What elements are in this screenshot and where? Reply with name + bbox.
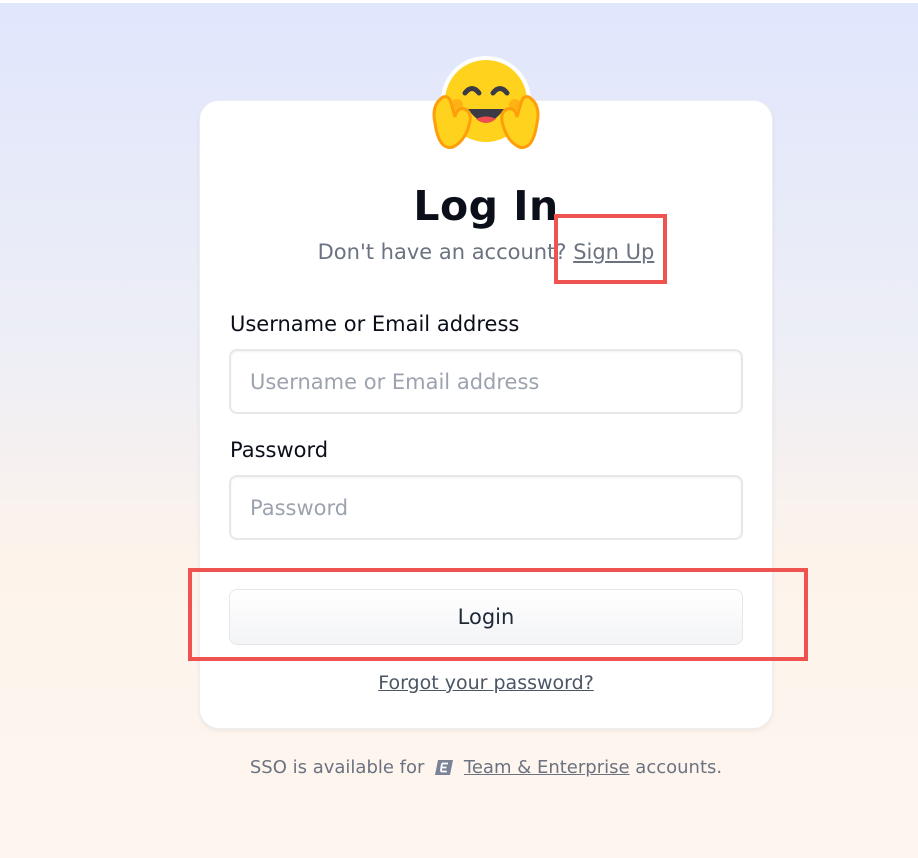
signup-prompt-text: Don't have an account?	[317, 240, 567, 264]
signup-prompt: Don't have an account? Sign Up	[199, 240, 773, 264]
top-edge	[0, 0, 918, 3]
sso-prefix: SSO is available for	[249, 757, 425, 778]
sso-notice: SSO is available for Team & Enterprise a…	[199, 757, 773, 778]
username-label: Username or Email address	[230, 312, 520, 336]
sso-suffix: accounts.	[635, 757, 723, 778]
login-button[interactable]: Login	[229, 589, 743, 645]
hugging-face-emoji-icon	[432, 56, 540, 149]
enterprise-badge-icon	[435, 760, 454, 775]
password-input[interactable]	[229, 475, 743, 540]
signup-link[interactable]: Sign Up	[573, 240, 654, 264]
team-enterprise-link[interactable]: Team & Enterprise	[464, 757, 630, 778]
username-input[interactable]	[229, 349, 743, 414]
forgot-password-link[interactable]: Forgot your password?	[199, 672, 773, 694]
password-label: Password	[230, 438, 329, 462]
page-title: Log In	[413, 182, 559, 230]
